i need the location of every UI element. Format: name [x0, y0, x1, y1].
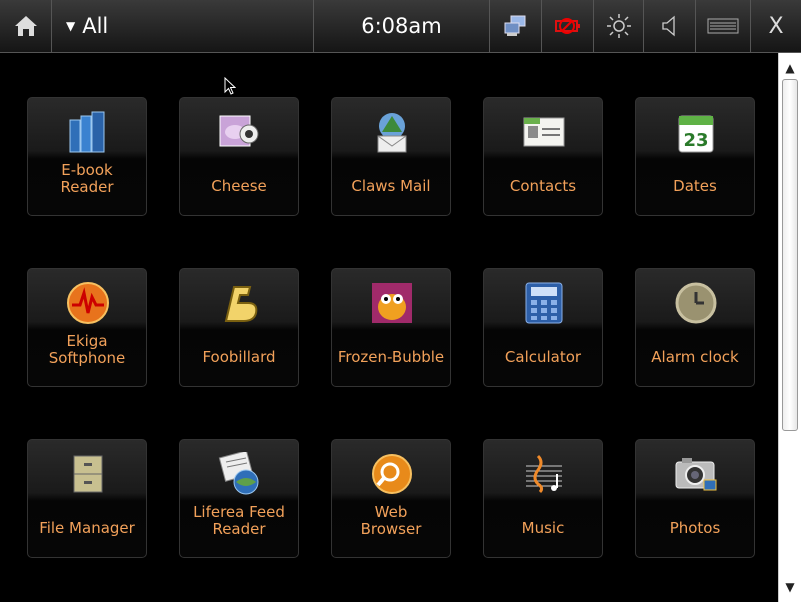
- app-label-line: Softphone: [48, 349, 126, 367]
- app-tile[interactable]: Ekiga Softphone: [27, 268, 147, 387]
- volume-button[interactable]: [644, 0, 696, 52]
- battery-icon: [554, 18, 580, 34]
- clock-time: 6:08am: [361, 14, 442, 38]
- ebook-icon: [66, 110, 110, 154]
- app-tile[interactable]: Music: [483, 439, 603, 558]
- dates-icon: 23: [674, 110, 718, 154]
- app-label: Alarm clock: [636, 349, 754, 366]
- contacts-icon: [522, 110, 566, 154]
- app-label-line: E-book: [61, 161, 113, 179]
- app-label: Web Browser: [332, 504, 450, 538]
- home-icon: [14, 16, 37, 36]
- app-label: Music: [484, 520, 602, 537]
- brightness-button[interactable]: [594, 0, 644, 52]
- vertical-scrollbar[interactable]: ▲ ▼: [778, 53, 801, 602]
- app-label: Contacts: [484, 178, 602, 195]
- brightness-icon: [606, 14, 631, 38]
- app-label-line: Frozen-Bubble: [337, 348, 445, 366]
- app-tile[interactable]: File Manager: [27, 439, 147, 558]
- app-label-line: Liferea Feed: [193, 503, 285, 521]
- frozen-bubble-icon: [370, 281, 414, 325]
- app-tile[interactable]: E-book Reader: [27, 97, 147, 216]
- close-icon: X: [768, 13, 784, 39]
- app-label-line: Contacts: [509, 177, 577, 195]
- app-tile[interactable]: Frozen-Bubble: [331, 268, 451, 387]
- scroll-up-arrow-icon[interactable]: ▲: [779, 57, 801, 79]
- web-browser-icon: [370, 452, 414, 496]
- category-dropdown[interactable]: ▼ All: [52, 0, 314, 52]
- app-label: Calculator: [484, 349, 602, 366]
- top-panel: ▼ All 6:08am X: [0, 0, 801, 53]
- app-label: Cheese: [180, 178, 298, 195]
- keyboard-icon: [707, 18, 739, 34]
- liferea-icon: [218, 452, 262, 496]
- app-label-line: Ekiga: [66, 332, 108, 350]
- app-label-line: Browser: [360, 520, 422, 538]
- app-label-line: Dates: [673, 177, 717, 195]
- calculator-icon: [522, 281, 566, 325]
- alarm-clock-icon: [674, 281, 718, 325]
- cheese-icon: [218, 110, 262, 154]
- claws-mail-icon: [370, 110, 414, 154]
- volume-icon: [661, 15, 675, 37]
- home-button[interactable]: [0, 0, 52, 52]
- app-label: Liferea Feed Reader: [180, 504, 298, 538]
- photos-icon: [674, 452, 718, 496]
- app-grid: E-book Reader Cheese Claws Mail Contacts 23 Da…: [0, 53, 778, 602]
- app-tile[interactable]: Liferea Feed Reader: [179, 439, 299, 558]
- app-label-line: Web: [374, 503, 408, 521]
- app-label-line: Alarm clock: [651, 348, 739, 366]
- svg-text:23: 23: [683, 130, 708, 151]
- app-tile[interactable]: Contacts: [483, 97, 603, 216]
- close-button[interactable]: X: [751, 0, 801, 52]
- app-label-line: Claws Mail: [351, 177, 431, 195]
- app-label: Ekiga Softphone: [28, 333, 146, 367]
- app-label-line: Calculator: [504, 348, 582, 366]
- clock[interactable]: 6:08am: [314, 0, 490, 52]
- app-label: Claws Mail: [332, 178, 450, 195]
- app-tile[interactable]: Claws Mail: [331, 97, 451, 216]
- scroll-down-arrow-icon[interactable]: ▼: [779, 576, 801, 598]
- foobillard-icon: [218, 281, 262, 325]
- app-tile[interactable]: Cheese: [179, 97, 299, 216]
- mouse-pointer-icon: [224, 77, 236, 95]
- app-tile[interactable]: Calculator: [483, 268, 603, 387]
- dropdown-arrow-icon: ▼: [66, 19, 76, 33]
- app-label: Photos: [636, 520, 754, 537]
- battery-button[interactable]: [542, 0, 594, 52]
- app-label-line: Cheese: [211, 177, 267, 195]
- app-tile[interactable]: Photos: [635, 439, 755, 558]
- app-tile[interactable]: 23 Dates: [635, 97, 755, 216]
- app-tile[interactable]: Web Browser: [331, 439, 451, 558]
- scrollbar-thumb[interactable]: [782, 79, 798, 431]
- category-label: All: [82, 14, 109, 38]
- app-label: Dates: [636, 178, 754, 195]
- app-label-line: Foobillard: [202, 348, 276, 366]
- app-label-line: Reader: [212, 520, 266, 538]
- app-tile[interactable]: Alarm clock: [635, 268, 755, 387]
- app-label-line: Photos: [669, 519, 721, 537]
- app-label: E-book Reader: [28, 162, 146, 196]
- network-button[interactable]: [490, 0, 542, 52]
- app-tile[interactable]: Foobillard: [179, 268, 299, 387]
- app-label-line: File Manager: [39, 519, 135, 537]
- app-label-line: Reader: [60, 178, 114, 196]
- app-label: Foobillard: [180, 349, 298, 366]
- ekiga-icon: [66, 281, 110, 325]
- keyboard-button[interactable]: [696, 0, 751, 52]
- app-label: File Manager: [28, 520, 146, 537]
- app-label-line: Music: [521, 519, 565, 537]
- music-icon: [522, 452, 566, 496]
- app-label: Frozen-Bubble: [332, 349, 450, 366]
- network-icon: [504, 15, 525, 36]
- file-manager-icon: [66, 452, 110, 496]
